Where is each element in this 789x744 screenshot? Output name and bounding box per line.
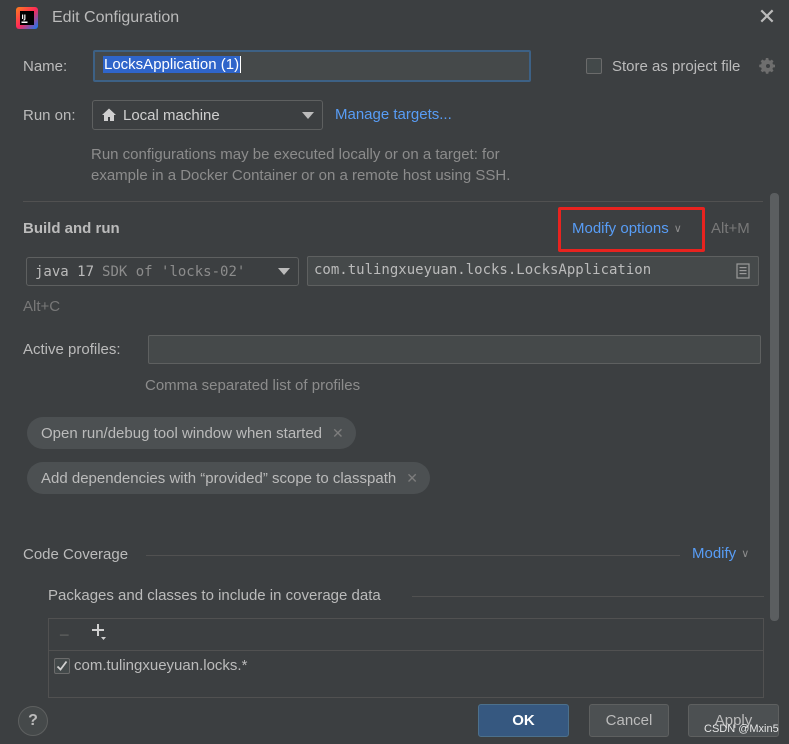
option-chip[interactable]: Add dependencies with “provided” scope t… [27,462,430,494]
jdk-select[interactable]: java 17 SDK of 'locks-02' [26,257,299,286]
jdk-sdk-label: SDK of 'locks-02' [102,263,246,280]
option-chip-label: Add dependencies with “provided” scope t… [41,469,397,487]
name-value: LocksApplication (1) [103,56,242,73]
help-button[interactable]: ? [18,706,48,736]
scrollbar-thumb[interactable] [770,193,779,621]
modify-options-button[interactable]: Modify options ∨ [572,220,682,237]
coverage-modify-label: Modify [692,545,737,562]
run-on-hint-line2: example in a Docker Container or on a re… [91,167,511,184]
remove-chip-icon[interactable]: ✕ [332,425,344,442]
option-chip[interactable]: Open run/debug tool window when started … [27,417,356,449]
remove-chip-icon[interactable]: ✕ [406,470,418,487]
list-item[interactable]: com.tulingxueyuan.locks.* [54,657,247,674]
name-field[interactable]: LocksApplication (1) [93,50,531,82]
ok-button[interactable]: OK [478,704,569,737]
packages-label: Packages and classes to include in cover… [48,587,381,604]
main-class-value: com.tulingxueyuan.locks.LocksApplication [314,262,652,278]
package-pattern: com.tulingxueyuan.locks.* [74,657,248,674]
svg-text:IJ: IJ [22,14,26,21]
chevron-down-icon [302,111,314,119]
add-icon[interactable] [91,623,107,645]
run-on-select[interactable]: Local machine [92,100,323,130]
chevron-down-icon [278,268,290,275]
active-profiles-label: Active profiles: [23,341,121,358]
divider [146,555,680,556]
close-icon[interactable]: ✕ [756,6,778,28]
chevron-down-icon: ∨ [673,223,682,235]
browse-class-icon[interactable] [736,263,750,279]
checkbox-checked[interactable] [54,657,70,674]
alt-c-shortcut: Alt+C [23,298,61,315]
intellij-app-icon: IJ [16,7,38,29]
home-icon [101,107,117,123]
main-class-field[interactable]: com.tulingxueyuan.locks.LocksApplication [307,256,759,286]
active-profiles-hint: Comma separated list of profiles [145,377,361,394]
store-as-project-file-checkbox[interactable] [586,58,602,74]
run-on-hint: Run configurations may be executed local… [91,144,510,186]
chevron-down-icon: ∨ [741,548,750,560]
list-toolbar: − [49,619,763,651]
name-label: Name: [23,58,68,75]
active-profiles-field[interactable] [148,335,761,364]
jdk-version: java 17 [35,263,95,280]
run-on-value: Local machine [123,106,220,124]
coverage-modify-button[interactable]: Modify ∨ [692,545,749,562]
modify-options-label: Modify options [572,220,669,237]
build-and-run-heading: Build and run [23,220,120,237]
gear-icon[interactable] [759,57,777,75]
code-coverage-heading: Code Coverage [23,546,129,563]
modify-options-shortcut: Alt+M [711,220,750,237]
divider [23,201,763,202]
store-as-project-file-label: Store as project file [612,58,741,75]
manage-targets-link[interactable]: Manage targets... [335,106,452,123]
option-chip-label: Open run/debug tool window when started [41,424,323,442]
cancel-button[interactable]: Cancel [589,704,669,737]
dialog-title: Edit Configuration [52,9,180,26]
run-on-label: Run on: [23,107,76,124]
coverage-packages-list: − com.tulingxueyuan.locks.* [48,618,764,698]
remove-icon[interactable]: − [59,625,70,646]
divider [412,596,764,597]
run-on-hint-line1: Run configurations may be executed local… [91,146,500,163]
watermark: CSDN @Mxin5 [704,723,779,735]
